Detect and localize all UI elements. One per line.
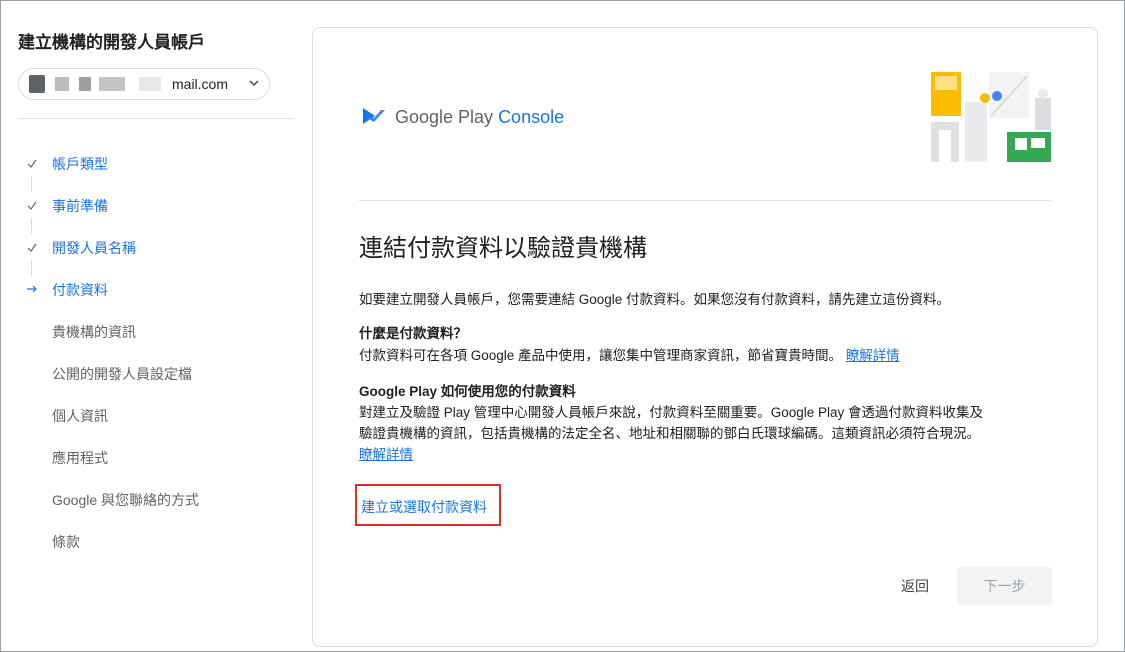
step-connector (31, 260, 32, 276)
step-connector (31, 176, 32, 192)
learn-more-link[interactable]: 瞭解詳情 (846, 348, 900, 363)
step-terms[interactable]: 條款 (0, 530, 300, 554)
create-payment-profile-link[interactable]: 建立或選取付款資料 (361, 497, 487, 517)
step-connector (31, 218, 32, 234)
step-apps[interactable]: 應用程式 (0, 446, 300, 470)
next-button[interactable]: 下一步 (957, 567, 1052, 605)
arrow-right-icon (27, 285, 37, 293)
step-label: 開發人員名稱 (52, 240, 136, 256)
redacted-email-block (79, 77, 91, 91)
faq-body-what: 付款資料可在各項 Google 產品中使用，讓您集中管理商家資訊，節省寶貴時間。… (359, 344, 900, 364)
card-divider (359, 200, 1051, 201)
step-personal-info[interactable]: 個人資訊 (0, 404, 300, 428)
check-icon (27, 243, 37, 252)
step-developer-name[interactable]: 開發人員名稱 (0, 236, 300, 260)
faq-body-line: 驗證貴機構的資訊，包括貴機構的法定全名、地址和相關聯的鄧白氏環球編碼。這類資訊必… (359, 426, 980, 441)
chevron-down-icon (249, 80, 259, 86)
step-payment-profile[interactable]: 付款資料 (0, 278, 300, 302)
step-label: 個人資訊 (52, 408, 108, 424)
faq-body-how: 對建立及驗證 Play 管理中心開發人員帳戶來說，付款資料至關重要。Google… (359, 402, 1059, 465)
avatar (29, 75, 45, 93)
sidebar-title: 建立機構的開發人員帳戶 (18, 33, 205, 52)
faq-title-what: 什麼是付款資料？ (359, 326, 467, 341)
step-public-profile[interactable]: 公開的開發人員設定檔 (0, 362, 300, 386)
play-console-logo-icon (363, 108, 385, 124)
check-icon (27, 201, 37, 210)
check-icon (27, 159, 37, 168)
step-label: 公開的開發人員設定檔 (52, 366, 192, 382)
redacted-email-block (55, 77, 69, 91)
logo-text-main: Google Play (395, 107, 499, 127)
main-card: Google Play Console 連結付款資料以驗證貴機構 如要建立開發人… (312, 27, 1098, 647)
account-email: mail.com (172, 76, 229, 92)
learn-more-link[interactable]: 瞭解詳情 (359, 444, 1059, 465)
account-selector[interactable]: mail.com (18, 68, 270, 100)
intro-text: 如要建立開發人員帳戶，您需要連結 Google 付款資料。如果您沒有付款資料，請… (359, 292, 951, 307)
illustration-icon (931, 72, 1051, 162)
step-label: 付款資料 (52, 282, 108, 298)
step-label: 貴機構的資訊 (52, 324, 136, 340)
logo-text-accent: Console (498, 107, 565, 127)
faq-body-text: 付款資料可在各項 Google 產品中使用，讓您集中管理商家資訊，節省寶貴時間。 (359, 348, 843, 363)
back-button[interactable]: 返回 (891, 568, 939, 604)
redacted-email-block (139, 77, 161, 91)
step-label: 帳戶類型 (52, 156, 108, 172)
step-contact-method[interactable]: Google 與您聯絡的方式 (0, 488, 300, 512)
step-label: Google 與您聯絡的方式 (52, 492, 200, 508)
step-label: 事前準備 (52, 198, 108, 214)
step-label: 條款 (52, 534, 80, 550)
faq-body-line: 對建立及驗證 Play 管理中心開發人員帳戶來說，付款資料至關重要。Google… (359, 405, 984, 420)
faq-title-how: Google Play 如何使用您的付款資料 (359, 384, 576, 399)
step-organization-info[interactable]: 貴機構的資訊 (0, 320, 300, 344)
sidebar: 建立機構的開發人員帳戶 mail.com 帳戶類型 事前準備 開發人員名稱 付款… (0, 0, 300, 652)
step-label: 應用程式 (52, 450, 108, 466)
page-title: 連結付款資料以驗證貴機構 (359, 235, 647, 262)
step-preparation[interactable]: 事前準備 (0, 194, 300, 218)
logo-text: Google Play Console (395, 107, 564, 128)
step-account-type[interactable]: 帳戶類型 (0, 152, 300, 176)
redacted-email-block (99, 77, 125, 91)
sidebar-divider (18, 118, 294, 119)
highlight-box: 建立或選取付款資料 (355, 484, 501, 526)
